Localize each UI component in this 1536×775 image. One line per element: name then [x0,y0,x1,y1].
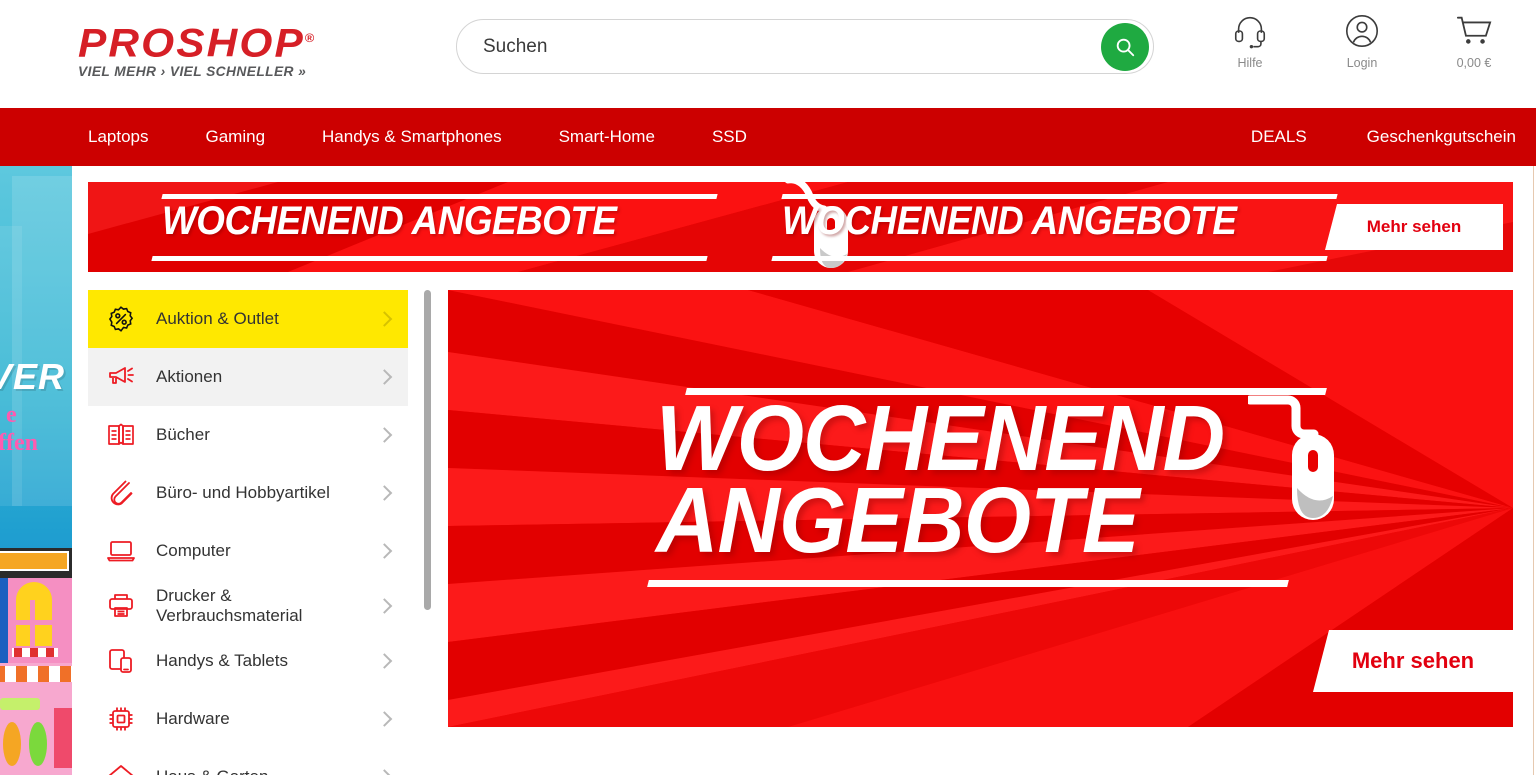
sidebar-item-handys-tablets[interactable]: Handys & Tablets [88,632,408,690]
logo-tagline: VIEL MEHR › VIEL SCHNELLER » [78,64,307,80]
logo-registered-mark: ® [304,31,317,45]
header-action-cart[interactable]: 0,00 € [1434,12,1514,70]
chevron-right-icon [376,311,393,327]
sidebar-scrollbar-thumb[interactable] [424,290,431,610]
nav-item-smart-home[interactable]: Smart-Home [559,127,655,147]
cpu-chip-icon [104,702,138,736]
skin-ad-text-top: VER [0,356,66,397]
laptop-icon [104,534,138,568]
chevron-right-icon [376,653,393,669]
hero-headline-line-2: ANGEBOTE [656,468,1140,572]
header-action-cart-total: 0,00 € [1456,56,1492,70]
strip-rule-bottom-2 [771,256,1328,261]
chevron-right-icon [376,598,393,614]
sidebar-item-computer[interactable]: Computer [88,522,408,580]
sidebar-item-buero-hobbyartikel[interactable]: Büro- und Hobbyartikel [88,464,408,522]
percent-badge-icon [104,302,138,336]
sidebar-item-label: Bücher [156,425,210,444]
logo-text: PROSHOP [78,21,305,66]
strip-headline-2: WOCHENEND ANGEBOTE [782,199,1237,243]
strip-cta-button[interactable]: Mehr sehen [1325,204,1503,250]
skin-ad-text-bottom: affen [0,430,38,456]
sidebar-scrollbar-track[interactable] [424,290,431,775]
main-navigation: Laptops Gaming Handys & Smartphones Smar… [0,108,1536,166]
site-header: PROSHOP® VIEL MEHR › VIEL SCHNELLER » Hi… [0,0,1536,95]
header-action-help[interactable]: Hilfe [1210,12,1290,70]
shopping-cart-icon [1434,12,1514,54]
sidebar-item-hardware[interactable]: Hardware [88,690,408,748]
site-logo[interactable]: PROSHOP® VIEL MEHR › VIEL SCHNELLER » [78,18,408,79]
header-action-login[interactable]: Login [1322,12,1402,70]
headset-icon [1210,12,1290,54]
nav-item-laptops[interactable]: Laptops [88,127,149,147]
search-input[interactable] [483,20,1073,73]
nav-item-deals[interactable]: DEALS [1251,127,1307,147]
paperclip-icon [104,476,138,510]
sidebar-item-label: Hardware [156,709,230,728]
sidebar-item-label: Drucker & Verbrauchsmaterial [156,586,303,625]
sidebar-item-auktion-outlet[interactable]: Auktion & Outlet [88,290,408,348]
chevron-right-icon [376,485,393,501]
hero-headline: WOCHENEND ANGEBOTE [656,392,1225,567]
computer-mouse-icon [1248,395,1334,520]
nav-left-group: Laptops Gaming Handys & Smartphones Smar… [88,108,804,166]
sidebar-item-label: Aktionen [156,367,223,386]
sidebar-item-label: Handys & Tablets [156,651,288,670]
left-skin-advertisement[interactable]: VER e affen [0,166,72,775]
sidebar-item-haus-garten[interactable]: Haus & Garten [88,748,408,775]
search-bar [456,19,1154,74]
chevron-right-icon [376,369,393,385]
sidebar-item-aktionen[interactable]: Aktionen [88,348,408,406]
hero-cta-button[interactable]: Mehr sehen [1313,630,1513,692]
user-circle-icon [1322,12,1402,54]
chevron-right-icon [376,769,393,775]
category-sidebar: Auktion & Outlet Aktionen Bücher Büro- u… [88,290,408,775]
sidebar-item-label: Auktion & Outlet [156,309,279,328]
search-icon [1116,38,1135,57]
strip-rule-bottom-1 [151,256,708,261]
nav-item-handys-smartphones[interactable]: Handys & Smartphones [322,127,502,147]
sidebar-item-drucker-verbrauchsmaterial[interactable]: Drucker & Verbrauchsmaterial [88,580,408,632]
skin-toy-shop-illustration [0,548,72,775]
skin-ad-text-mid: e [6,402,17,428]
megaphone-icon [104,360,138,394]
nav-item-ssd[interactable]: SSD [712,127,747,147]
hero-banner[interactable]: WOCHENEND ANGEBOTE Mehr sehen [448,290,1513,727]
header-actions: Hilfe Login 0,00 € [1196,12,1536,84]
nav-item-gaming[interactable]: Gaming [206,127,266,147]
house-icon [104,760,138,775]
nav-item-geschenkgutschein[interactable]: Geschenkgutschein [1367,127,1516,147]
search-button[interactable] [1101,23,1149,71]
nav-right-group: DEALS Geschenkgutschein [1191,108,1516,166]
printer-icon [104,589,138,623]
chevron-right-icon [376,427,393,443]
logo-wordmark: PROSHOP® [78,18,428,63]
chevron-right-icon [376,543,393,559]
header-action-login-label: Login [1346,56,1378,70]
sidebar-item-label: Büro- und Hobbyartikel [156,483,330,502]
page-right-edge-rule [1533,166,1534,775]
chevron-right-icon [376,711,393,727]
sidebar-item-label: Haus & Garten [156,767,268,775]
open-book-icon [104,418,138,452]
sidebar-item-buecher[interactable]: Bücher [88,406,408,464]
header-action-help-label: Hilfe [1237,56,1263,70]
phone-tablet-icon [104,644,138,678]
sidebar-item-label: Computer [156,541,231,560]
strip-headline-1: WOCHENEND ANGEBOTE [162,199,617,243]
hero-rule-bottom [647,580,1289,587]
weekend-offers-strip-banner[interactable]: WOCHENEND ANGEBOTE WOCHENEND ANGEBOTE Me… [88,182,1513,272]
